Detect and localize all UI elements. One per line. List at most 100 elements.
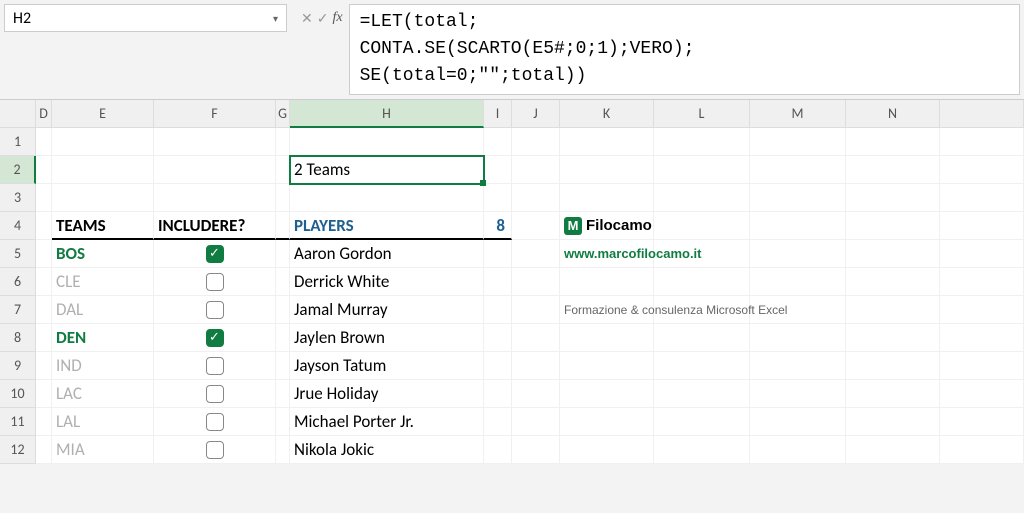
cell-G8[interactable] [276,324,290,352]
row-header-3[interactable]: 3 [0,184,36,212]
cell-M11[interactable] [750,408,846,436]
cell-_pad11[interactable] [940,408,1024,436]
cell-K2[interactable] [560,156,654,184]
cell-_pad5[interactable] [940,240,1024,268]
cell-N11[interactable] [846,408,940,436]
cell-D5[interactable] [36,240,52,268]
row-header-2[interactable]: 2 [0,156,36,184]
cell-J10[interactable] [512,380,560,408]
include-checkbox-MIA[interactable] [154,436,276,464]
cell-D3[interactable] [36,184,52,212]
cell-D2[interactable] [36,156,52,184]
cell-N12[interactable] [846,436,940,464]
cell-J3[interactable] [512,184,560,212]
cell-G3[interactable] [276,184,290,212]
cell-J4[interactable] [512,212,560,240]
cell-K12[interactable] [560,436,654,464]
cell-E2[interactable] [52,156,154,184]
cell-N3[interactable] [846,184,940,212]
cell-L12[interactable] [654,436,750,464]
checkbox-icon[interactable] [206,385,224,403]
include-checkbox-DEN[interactable]: ✓ [154,324,276,352]
cell-J1[interactable] [512,128,560,156]
cell-I3[interactable] [484,184,512,212]
include-checkbox-LAL[interactable] [154,408,276,436]
name-box[interactable]: H2 ▾ [4,4,287,32]
cell-I7[interactable] [484,296,512,324]
cell-M8[interactable] [750,324,846,352]
cell-K6[interactable] [560,268,654,296]
fx-icon[interactable]: fx [332,10,342,26]
cell-G1[interactable] [276,128,290,156]
cell-L1[interactable] [654,128,750,156]
cell-G6[interactable] [276,268,290,296]
cell-I9[interactable] [484,352,512,380]
include-checkbox-CLE[interactable] [154,268,276,296]
row-header-9[interactable]: 9 [0,352,36,380]
cell-_pad12[interactable] [940,436,1024,464]
cell-F1[interactable] [154,128,276,156]
cell-H1[interactable] [290,128,484,156]
cell-N6[interactable] [846,268,940,296]
cell-D12[interactable] [36,436,52,464]
cell-J7[interactable] [512,296,560,324]
cell-M9[interactable] [750,352,846,380]
cell-L11[interactable] [654,408,750,436]
cell-G12[interactable] [276,436,290,464]
cell-E3[interactable] [52,184,154,212]
cell-L2[interactable] [654,156,750,184]
cell-D10[interactable] [36,380,52,408]
cell-L6[interactable] [654,268,750,296]
cell-G9[interactable] [276,352,290,380]
cell-K1[interactable] [560,128,654,156]
column-header-L[interactable]: L [654,100,750,128]
column-header-F[interactable]: F [154,100,276,128]
cell-M6[interactable] [750,268,846,296]
cell-I8[interactable] [484,324,512,352]
cell-_pad7[interactable] [940,296,1024,324]
cell-I10[interactable] [484,380,512,408]
cell-J5[interactable] [512,240,560,268]
cell-K3[interactable] [560,184,654,212]
cell-I6[interactable] [484,268,512,296]
cell-L4[interactable] [654,212,750,240]
cell-I1[interactable] [484,128,512,156]
cell-N7[interactable] [846,296,940,324]
cell-K9[interactable] [560,352,654,380]
checkbox-icon[interactable]: ✓ [206,245,224,263]
cell-K11[interactable] [560,408,654,436]
checkbox-icon[interactable] [206,301,224,319]
include-checkbox-LAC[interactable] [154,380,276,408]
column-header-N[interactable]: N [846,100,940,128]
cell-D8[interactable] [36,324,52,352]
column-header-J[interactable]: J [512,100,560,128]
include-checkbox-DAL[interactable] [154,296,276,324]
checkbox-icon[interactable] [206,413,224,431]
cell-J11[interactable] [512,408,560,436]
cell-J6[interactable] [512,268,560,296]
cell-I12[interactable] [484,436,512,464]
cell-_pad3[interactable] [940,184,1024,212]
cell-L3[interactable] [654,184,750,212]
cell-L9[interactable] [654,352,750,380]
cell-D4[interactable] [36,212,52,240]
cell-J12[interactable] [512,436,560,464]
row-header-8[interactable]: 8 [0,324,36,352]
row-header-1[interactable]: 1 [0,128,36,156]
cell-_pad4[interactable] [940,212,1024,240]
cell-D11[interactable] [36,408,52,436]
cell-N5[interactable] [846,240,940,268]
row-header-6[interactable]: 6 [0,268,36,296]
checkbox-icon[interactable] [206,441,224,459]
include-checkbox-IND[interactable] [154,352,276,380]
cell-I2[interactable] [484,156,512,184]
row-header-4[interactable]: 4 [0,212,36,240]
cell-G5[interactable] [276,240,290,268]
column-header-I[interactable]: I [484,100,512,128]
cell-_pad8[interactable] [940,324,1024,352]
row-header-7[interactable]: 7 [0,296,36,324]
cell-K8[interactable] [560,324,654,352]
cell-M3[interactable] [750,184,846,212]
cell-J8[interactable] [512,324,560,352]
cell-M1[interactable] [750,128,846,156]
